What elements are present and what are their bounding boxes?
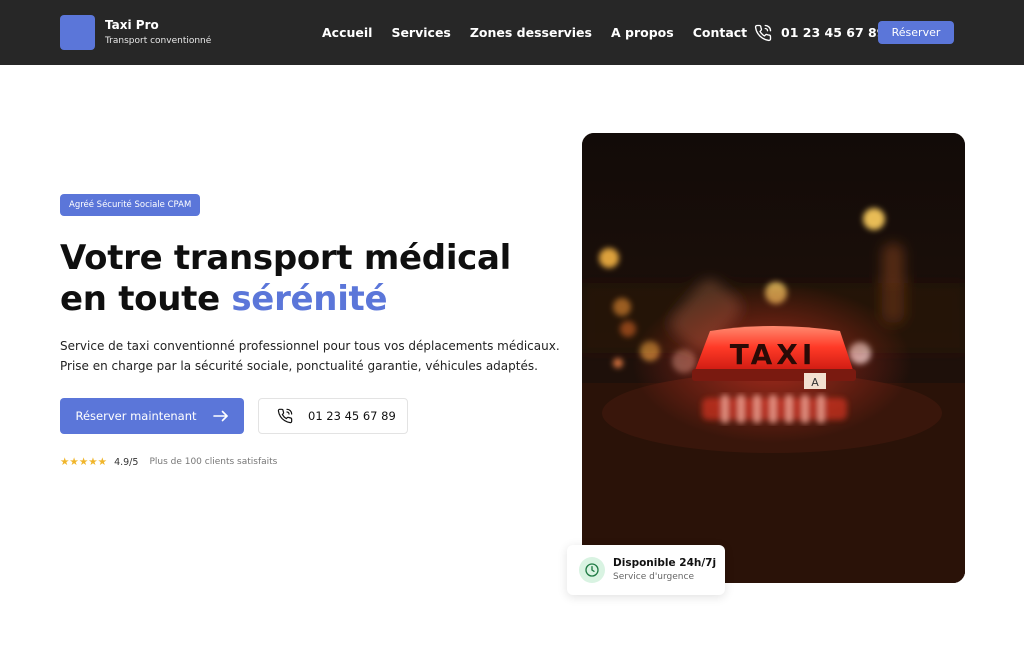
rating-score: 4.9/5	[114, 456, 139, 468]
hero-title-line2: en toute	[60, 279, 232, 319]
brand-tagline: Transport conventionné	[105, 36, 212, 46]
phone-icon	[754, 24, 772, 42]
brand-name[interactable]: Taxi Pro	[105, 18, 159, 32]
nav-item-a-propos[interactable]: A propos	[611, 25, 674, 40]
call-button[interactable]: 01 23 45 67 89	[258, 398, 408, 434]
main-nav: Accueil Services Zones desservies A prop…	[322, 25, 766, 40]
availability-subtitle: Service d'urgence	[613, 572, 694, 582]
hero-description: Service de taxi conventionné professionn…	[60, 339, 560, 373]
reserve-now-button[interactable]: Réserver maintenant	[60, 398, 244, 434]
header-reserve-button[interactable]: Réserver	[878, 21, 954, 44]
nav-item-zones[interactable]: Zones desservies	[470, 25, 592, 40]
call-button-label: 01 23 45 67 89	[308, 409, 396, 423]
hero-title: Votre transport médical en toute sérénit…	[60, 238, 560, 320]
rating: ★★★★★ 4.9/5 Plus de 100 clients satisfai…	[60, 456, 277, 468]
phone-icon	[277, 408, 293, 424]
nav-item-accueil[interactable]: Accueil	[322, 25, 372, 40]
star-icon: ★★★★★	[60, 456, 108, 468]
clock-icon	[579, 557, 605, 583]
hero-title-accent: sérénité	[231, 279, 388, 319]
nav-item-contact[interactable]: Contact	[693, 25, 747, 40]
arrow-right-icon	[212, 410, 228, 422]
hero-taxi-image: TAXI A	[582, 133, 965, 583]
rating-text: Plus de 100 clients satisfaits	[149, 457, 278, 467]
reserve-now-label: Réserver maintenant	[75, 409, 197, 423]
hero-title-line1: Votre transport médical	[60, 238, 512, 278]
taxi-sign-text: TAXI	[730, 338, 817, 371]
availability-title: Disponible 24h/7j	[613, 557, 717, 569]
site-header: Taxi Pro Transport conventionné Accueil …	[0, 0, 1024, 65]
logo[interactable]	[60, 15, 95, 50]
taxi-sign-sub: A	[811, 376, 819, 389]
cpam-badge: Agréé Sécurité Sociale CPAM	[60, 194, 201, 216]
nav-item-services[interactable]: Services	[391, 25, 450, 40]
availability-card: Disponible 24h/7j Service d'urgence	[567, 545, 725, 595]
taxi-sign-photo: TAXI A	[582, 133, 965, 583]
header-phone-link[interactable]: 01 23 45 67 89	[781, 25, 885, 40]
